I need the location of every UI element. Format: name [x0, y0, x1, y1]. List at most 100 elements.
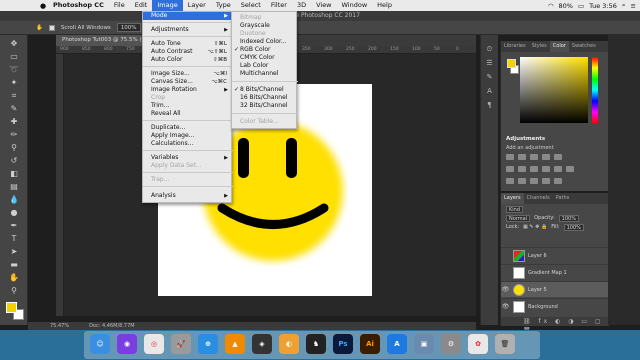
- menu-item-auto-tone[interactable]: Auto Tone ⇧⌘L: [143, 40, 233, 48]
- mode-item-multichannel[interactable]: Multichannel: [232, 70, 298, 78]
- zoom-field[interactable]: 100%: [116, 23, 141, 32]
- hand-tool-icon[interactable]: ✋: [36, 25, 43, 31]
- vibrance-icon[interactable]: [554, 154, 562, 160]
- menu-edit[interactable]: Edit: [130, 0, 153, 11]
- dock-vlc-icon[interactable]: ▲: [225, 334, 245, 354]
- mode-item-16bit[interactable]: 16 Bits/Channel: [232, 94, 298, 102]
- levels-icon[interactable]: [518, 154, 526, 160]
- menu-item-trim[interactable]: Trim...: [143, 102, 233, 110]
- tab-color[interactable]: Color: [549, 41, 569, 52]
- dock-siri-icon[interactable]: ◉: [117, 334, 137, 354]
- visibility-eye-icon[interactable]: 👁: [501, 286, 510, 293]
- scroll-all-checkbox[interactable]: [48, 24, 55, 31]
- zoom-tool-icon[interactable]: ⚲: [9, 286, 19, 296]
- tab-styles[interactable]: Styles: [529, 41, 550, 52]
- brush-tool-icon[interactable]: ✏: [9, 130, 19, 140]
- paragraph-icon[interactable]: ¶: [485, 101, 494, 110]
- tab-libraries[interactable]: Libraries: [501, 41, 529, 52]
- hue-slider[interactable]: [592, 57, 598, 123]
- menu-item-calculations[interactable]: Calculations...: [143, 140, 233, 148]
- color-balance-icon[interactable]: [518, 166, 526, 172]
- menu-help[interactable]: Help: [372, 0, 397, 11]
- marquee-tool-icon[interactable]: ▭: [9, 52, 19, 62]
- type-tool-icon[interactable]: T: [9, 234, 19, 244]
- menu-type[interactable]: Type: [211, 0, 236, 11]
- mode-item-grayscale[interactable]: Grayscale: [232, 22, 298, 30]
- brush-panel-icon[interactable]: ✎: [485, 73, 494, 82]
- character-icon[interactable]: A: [485, 87, 494, 96]
- zoom-status[interactable]: 75.47%: [50, 322, 69, 330]
- gradient-tool-icon[interactable]: ▤: [9, 182, 19, 192]
- history-brush-icon[interactable]: ↺: [9, 156, 19, 166]
- layer-row[interactable]: Gradient Map 1: [501, 264, 609, 280]
- fill-field[interactable]: 100%: [563, 223, 584, 231]
- black-white-icon[interactable]: [530, 166, 538, 172]
- channel-mixer-icon[interactable]: [554, 166, 562, 172]
- properties-icon[interactable]: ☰: [485, 59, 494, 68]
- dock-cat-icon[interactable]: ♞: [306, 334, 326, 354]
- clone-stamp-icon[interactable]: ⚲: [9, 143, 19, 153]
- dock-trash-icon[interactable]: 🗑: [495, 334, 515, 354]
- crop-tool-icon[interactable]: ⌗: [9, 91, 19, 101]
- menu-app[interactable]: Photoshop CC: [48, 0, 109, 11]
- menu-filter[interactable]: Filter: [266, 0, 292, 11]
- color-picker-field[interactable]: [520, 57, 588, 123]
- dock-chrome-icon[interactable]: ◎: [144, 334, 164, 354]
- mode-item-lab[interactable]: Lab Color: [232, 62, 298, 70]
- dock-safari-icon[interactable]: ⊕: [198, 334, 218, 354]
- color-lookup-icon[interactable]: [566, 166, 574, 172]
- tab-layers[interactable]: Layers: [501, 193, 524, 204]
- menu-item-apply-image[interactable]: Apply Image...: [143, 132, 233, 140]
- list-icon[interactable]: ≡: [631, 2, 636, 10]
- lock-icons[interactable]: ▦ ✎ ✥ 🔒: [523, 224, 547, 230]
- menu-item-canvas-size[interactable]: Canvas Size... ⌥⌘C: [143, 78, 233, 86]
- panel-fg-swatch[interactable]: [507, 59, 516, 68]
- menu-item-image-size[interactable]: Image Size... ⌥⌘I: [143, 70, 233, 78]
- mode-item-cmyk[interactable]: CMYK Color: [232, 54, 298, 62]
- tab-paths[interactable]: Paths: [553, 193, 573, 204]
- posterize-icon[interactable]: [518, 178, 526, 184]
- photo-filter-icon[interactable]: [542, 166, 550, 172]
- apple-icon[interactable]: ●: [38, 2, 48, 10]
- menu-window[interactable]: Window: [337, 0, 373, 11]
- selective-color-icon[interactable]: [554, 178, 562, 184]
- dock-settings-icon[interactable]: ⚙: [441, 334, 461, 354]
- history-icon[interactable]: ⏲: [485, 45, 494, 54]
- menu-file[interactable]: File: [109, 0, 130, 11]
- menu-item-reveal-all[interactable]: Reveal All: [143, 110, 233, 118]
- doc-size-status[interactable]: Doc: 4.46M/8.77M: [89, 322, 135, 330]
- menu-item-image-rotation[interactable]: Image Rotation ▶: [143, 86, 233, 94]
- tab-swatches[interactable]: Swatches: [569, 41, 599, 52]
- menu-item-variables[interactable]: Variables ▶: [143, 154, 233, 162]
- magic-wand-icon[interactable]: ✦: [9, 78, 19, 88]
- hue-sat-icon[interactable]: [506, 166, 514, 172]
- layer-row[interactable]: Layer 6: [501, 247, 609, 263]
- menu-3d[interactable]: 3D: [292, 0, 311, 11]
- mode-item-indexed[interactable]: Indexed Color...: [232, 38, 298, 46]
- blend-mode-select[interactable]: Normal: [506, 214, 531, 222]
- path-select-icon[interactable]: ➤: [9, 247, 19, 257]
- shape-tool-icon[interactable]: ▬: [9, 260, 19, 270]
- menu-item-mode[interactable]: Mode ▶: [143, 12, 233, 20]
- battery-icon[interactable]: ▭: [578, 2, 584, 10]
- menu-item-adjustments[interactable]: Adjustments ▶: [143, 26, 233, 34]
- menu-item-auto-contrast[interactable]: Auto Contrast ⌥⇧⌘L: [143, 48, 233, 56]
- menu-image[interactable]: Image: [152, 0, 183, 11]
- layer-kind-filter[interactable]: Kind: [506, 205, 524, 213]
- brightness-icon[interactable]: [506, 154, 514, 160]
- tab-channels[interactable]: Channels: [524, 193, 553, 204]
- dock-unity-icon[interactable]: ◈: [252, 334, 272, 354]
- battery-label[interactable]: 80%: [559, 2, 573, 10]
- foreground-color-swatch[interactable]: [6, 302, 17, 313]
- mode-item-8bit[interactable]: ✓ 8 Bits/Channel: [232, 86, 298, 94]
- hand-tool-icon[interactable]: ✋: [9, 273, 19, 283]
- dock-preview-icon[interactable]: ▣: [414, 334, 434, 354]
- dodge-tool-icon[interactable]: ●: [9, 208, 19, 218]
- dock-finder-icon[interactable]: ☺: [90, 334, 110, 354]
- layers-footer-icons[interactable]: ⛓ fx ◐ ◑ ▭ ▢ 🗑: [501, 317, 609, 334]
- layer-row[interactable]: 👁 Background: [501, 298, 609, 314]
- dock-blender-icon[interactable]: ◐: [279, 334, 299, 354]
- dock-launchpad-icon[interactable]: 🚀: [171, 334, 191, 354]
- healing-brush-icon[interactable]: ✚: [9, 117, 19, 127]
- eyedropper-icon[interactable]: ✎: [9, 104, 19, 114]
